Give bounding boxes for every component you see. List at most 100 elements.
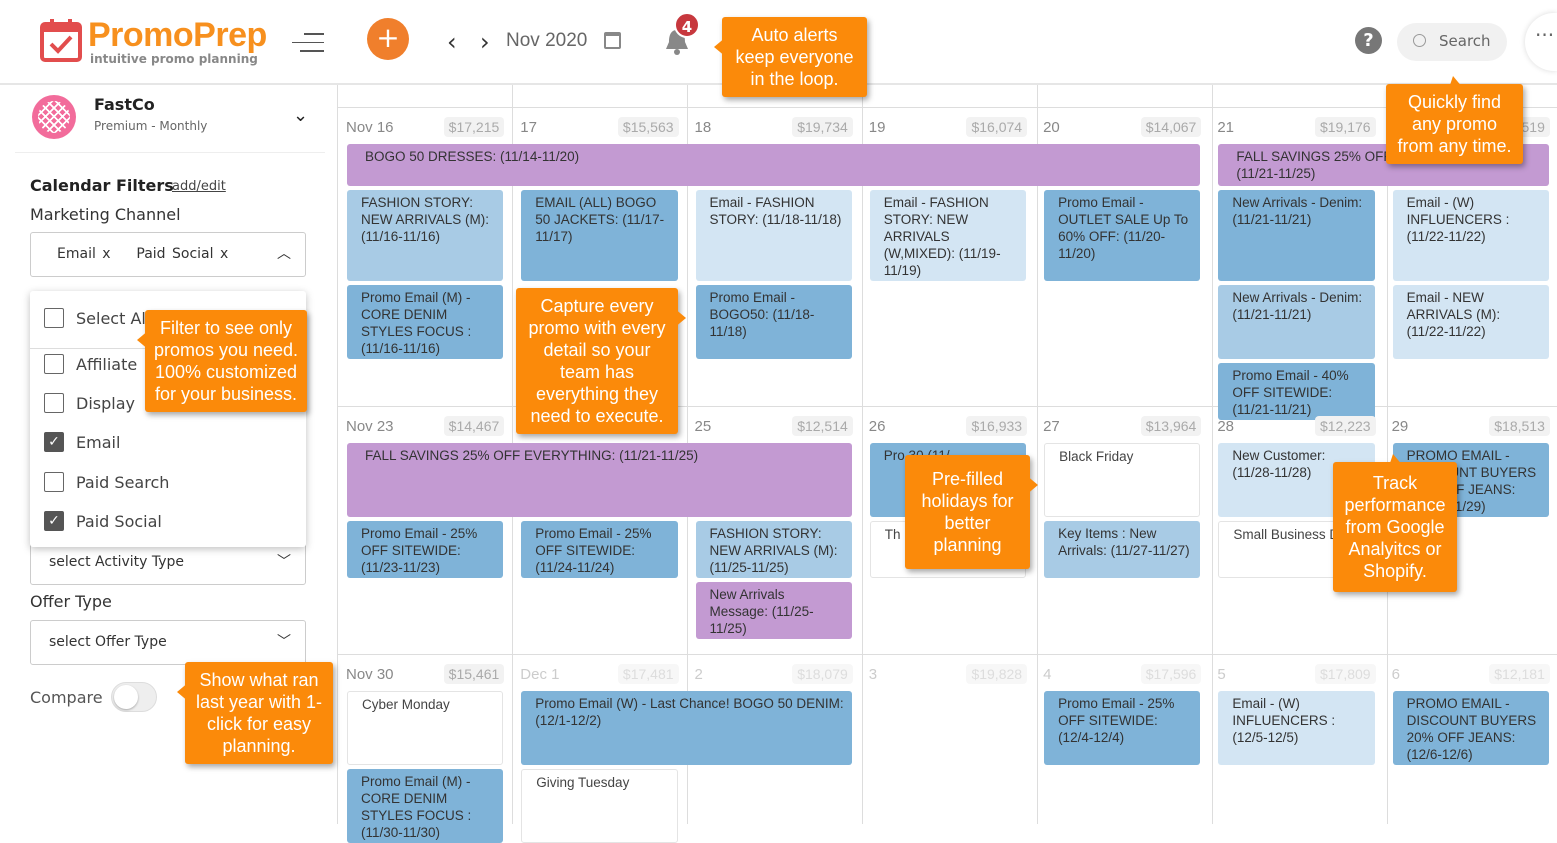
promo-event[interactable]: BOGO 50 DRESSES: (11/14-11/20) <box>347 144 1201 186</box>
day-header[interactable]: 3 $19,828 <box>861 655 1035 687</box>
more-options-button[interactable]: ··· <box>1525 13 1557 71</box>
notification-badge: 4 <box>674 12 700 38</box>
day-revenue: $12,514 <box>792 416 853 436</box>
calendar-icon[interactable] <box>604 32 621 49</box>
day-header[interactable]: 4 $17,596 <box>1035 655 1209 687</box>
holiday-item[interactable]: Black Friday <box>1044 443 1201 517</box>
filters-edit-link[interactable]: add/edit <box>172 179 226 194</box>
tooltip-alerts: Auto alerts keep everyone in the loop. <box>714 17 867 97</box>
account-plan: Premium - Monthly <box>94 119 208 133</box>
day-revenue: $18,513 <box>1489 416 1550 436</box>
logo-tagline: intuitive promo planning <box>90 52 258 66</box>
promo-event[interactable]: Promo Email - 25% OFF SITEWIDE: (11/24-1… <box>521 521 678 578</box>
channel-select[interactable]: Email x Paid Social x ︿ <box>30 232 306 277</box>
promo-event[interactable]: New Arrivals - Denim: (11/21-11/21) <box>1218 190 1375 281</box>
promo-event[interactable]: New Arrivals - Denim: (11/21-11/21) <box>1218 285 1375 359</box>
channel-option[interactable]: ✓ Email <box>44 432 120 452</box>
day-label: 29 <box>1391 417 1409 435</box>
day-header[interactable]: 17 $15,563 <box>512 108 686 140</box>
holiday-item[interactable]: Giving Tuesday <box>521 769 678 843</box>
next-month-button[interactable]: › <box>480 28 490 56</box>
day-header[interactable]: 6 $12,181 <box>1384 655 1557 687</box>
promo-event[interactable]: Promo Email - BOGO50: (11/18-11/18) <box>695 285 852 359</box>
day-header[interactable]: Nov 23 $14,467 <box>338 407 512 439</box>
promo-event[interactable]: Email - (W) INFLUENCERS : (11/22-11/22) <box>1392 190 1549 281</box>
compare-toggle[interactable] <box>111 682 157 712</box>
search-button[interactable]: Search <box>1397 23 1507 61</box>
promo-event[interactable]: Promo Email (M) - CORE DENIM STYLES FOCU… <box>347 285 504 359</box>
day-header[interactable]: Dec 1 $17,481 <box>512 655 686 687</box>
checkbox[interactable]: ✓ <box>44 511 64 531</box>
promo-event[interactable]: Promo Email - 25% OFF SITEWIDE: (11/23-1… <box>347 521 504 578</box>
promo-event[interactable]: FASHION STORY: NEW ARRIVALS (M): (11/16-… <box>347 190 504 281</box>
menu-icon[interactable] <box>292 33 324 59</box>
current-month[interactable]: Nov 2020 <box>506 30 587 52</box>
prev-month-button[interactable]: ‹ <box>447 28 457 56</box>
compare-label: Compare <box>30 688 103 707</box>
channel-option[interactable]: ✓ Paid Social <box>44 511 162 531</box>
tooltip-capture: Capture every promo with every detail so… <box>516 288 686 434</box>
checkbox[interactable]: ✓ <box>44 432 64 452</box>
day-header[interactable]: 29 $18,513 <box>1384 407 1557 439</box>
day-header[interactable]: 25 $12,514 <box>687 407 861 439</box>
day-header[interactable]: Nov 30 $15,461 <box>338 655 512 687</box>
day-revenue: $16,933 <box>966 416 1028 436</box>
day-header[interactable]: 5 $17,809 <box>1209 655 1383 687</box>
day-label: 27 <box>1043 417 1060 435</box>
day-revenue: $17,481 <box>617 664 679 684</box>
day-header[interactable]: 26 $16,933 <box>861 407 1035 439</box>
day-label: 17 <box>520 118 537 136</box>
promo-event[interactable]: Email - FASHION STORY: NEW ARRIVALS (W,M… <box>869 190 1027 281</box>
day-revenue: $12,181 <box>1489 664 1550 684</box>
checkbox[interactable] <box>44 354 64 374</box>
promo-event[interactable]: Promo Email (W) - Last Chance! BOGO 50 D… <box>521 691 852 765</box>
day-label: 20 <box>1043 118 1060 136</box>
channel-option[interactable]: Paid Search <box>44 472 169 492</box>
promo-event[interactable]: Email - (W) INFLUENCERS : (12/5-12/5) <box>1218 691 1375 765</box>
day-header[interactable]: 18 $19,734 <box>687 108 861 140</box>
day-label: 21 <box>1217 118 1235 136</box>
day-label: Nov 16 <box>346 118 394 136</box>
promo-event[interactable]: Promo Email (M) - CORE DENIM STYLES FOCU… <box>347 769 504 843</box>
promo-event[interactable]: PROMO EMAIL - DISCOUNT BUYERS 20% OFF JE… <box>1392 691 1549 765</box>
promo-event[interactable]: Email - NEW ARRIVALS (M): (11/22-11/22) <box>1392 285 1549 359</box>
channel-option[interactable]: Select All <box>44 308 150 328</box>
logo[interactable]: PromoPrep intuitive promo planning <box>40 16 267 66</box>
promo-event[interactable]: Email - FASHION STORY: (11/18-11/18) <box>695 190 852 281</box>
activity-type-value: select Activity Type <box>49 554 185 570</box>
channel-value: Email x Paid Social x <box>57 246 229 262</box>
help-icon[interactable]: ? <box>1355 27 1382 54</box>
promo-event[interactable]: FASHION STORY: NEW ARRIVALS (M): (11/25-… <box>695 521 852 578</box>
day-header[interactable]: 21 $19,176 <box>1209 108 1383 140</box>
day-label: 18 <box>694 118 712 136</box>
promo-event[interactable]: Key Items : New Arrivals: (11/27-11/27) <box>1044 521 1201 578</box>
add-promo-button[interactable]: + <box>367 18 409 60</box>
day-label: 25 <box>694 417 712 435</box>
channel-label: Marketing Channel <box>30 205 181 224</box>
day-revenue: $17,215 <box>443 117 505 137</box>
chevron-down-icon[interactable]: ⌄ <box>293 105 308 126</box>
promo-event[interactable]: New Arrivals Message: (11/25-11/25) <box>695 582 852 639</box>
day-header[interactable]: Nov 16 $17,215 <box>338 108 512 140</box>
logo-text: PromoPrep <box>88 16 267 54</box>
promo-event[interactable]: Promo Email - 25% OFF SITEWIDE: (12/4-12… <box>1044 691 1201 765</box>
day-revenue: $12,223 <box>1314 416 1376 436</box>
day-revenue: $18,079 <box>792 664 853 684</box>
checkbox[interactable] <box>44 393 64 413</box>
holiday-item[interactable]: Cyber Monday <box>347 691 504 765</box>
promo-event[interactable]: EMAIL (ALL) BOGO 50 JACKETS: (11/17-11/1… <box>521 190 678 281</box>
promo-event[interactable]: FALL SAVINGS 25% OFF EVERYTHING: (11/21-… <box>347 443 852 517</box>
day-header[interactable]: 2 $18,079 <box>687 655 861 687</box>
offer-type-select[interactable]: select Offer Type ﹀ <box>30 620 306 665</box>
tooltip-search: Quickly find any promo from any time. <box>1386 76 1523 164</box>
day-header[interactable]: 19 $16,074 <box>861 108 1035 140</box>
channel-option[interactable]: Display <box>44 393 135 413</box>
checkbox[interactable] <box>44 308 64 328</box>
promo-event[interactable]: Promo Email - OUTLET SALE Up To 60% OFF:… <box>1044 190 1201 281</box>
channel-option[interactable]: Affiliate <box>44 354 137 374</box>
checkbox[interactable] <box>44 472 64 492</box>
chevron-up-icon: ︿ <box>277 246 291 262</box>
day-header[interactable]: 28 $12,223 <box>1209 407 1383 439</box>
day-header[interactable]: 27 $13,964 <box>1035 407 1209 439</box>
day-header[interactable]: 20 $14,067 <box>1035 108 1209 140</box>
